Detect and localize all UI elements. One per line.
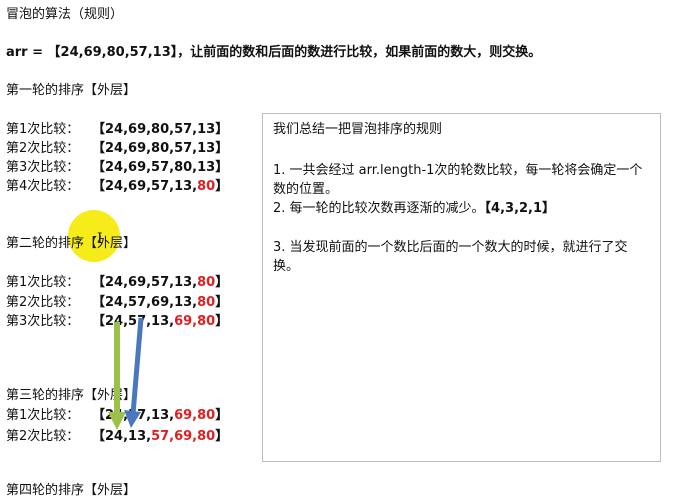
summary-title: 我们总结一把冒泡排序的规则 (273, 122, 443, 137)
summary-panel: 我们总结一把冒泡排序的规则 1. 一共会经过 arr.length-1次的轮数比… (262, 113, 661, 462)
rule-2-values: 【4,3,2,1】 (484, 201, 556, 216)
summary-rule-2: 2. 每一轮的比较次数再逐渐的减少。【4,3,2,1】 (273, 199, 653, 218)
green-arrow (108, 322, 126, 430)
summary-rule-3: 3. 当发现前面的一个数比后面的一个数大的时候，就进行了交换。 (273, 240, 628, 274)
blue-arrow (124, 317, 144, 428)
summary-rule-1: 1. 一共会经过 arr.length-1次的轮数比较，每一轮将会确定一个数的位… (273, 163, 643, 197)
rule-2-text: 2. 每一轮的比较次数再逐渐的减少。 (273, 201, 485, 216)
